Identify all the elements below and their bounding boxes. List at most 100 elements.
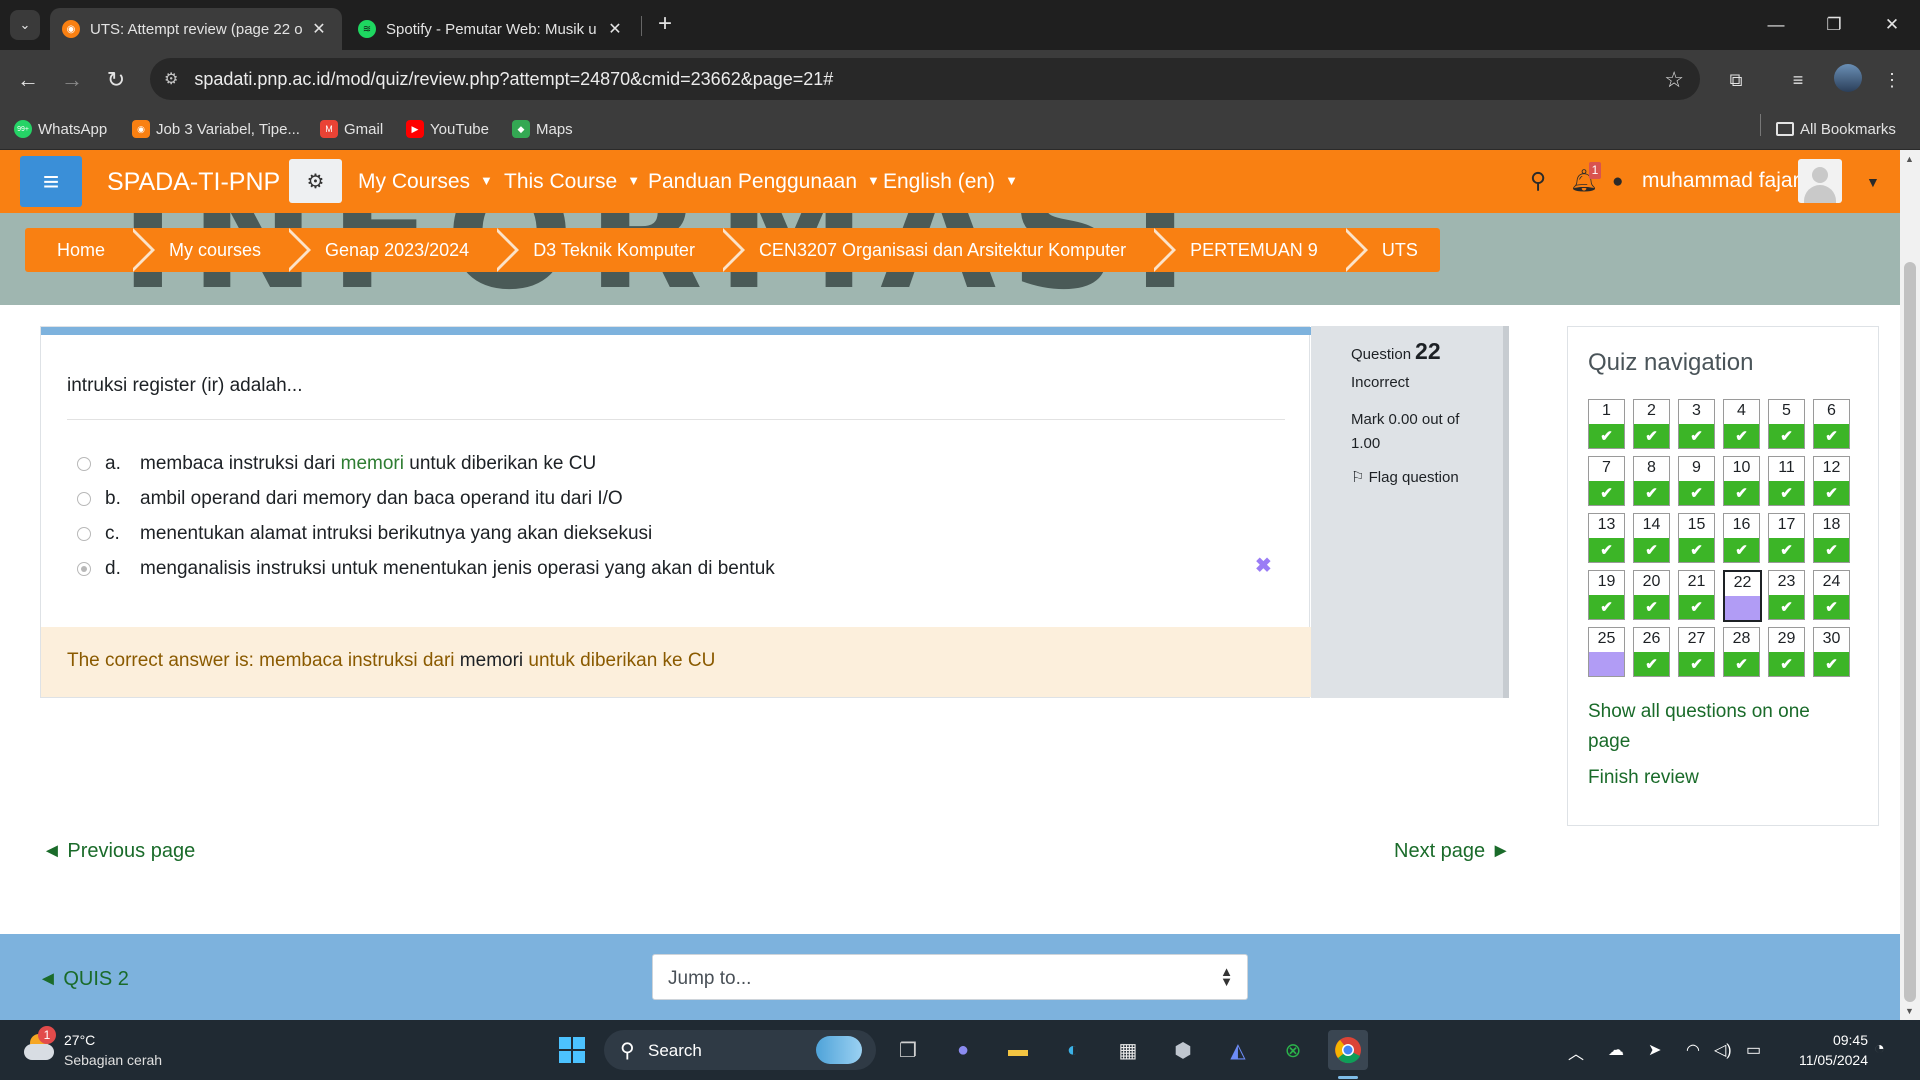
breadcrumb-home[interactable]: Home (25, 228, 156, 272)
messages-bubble-icon[interactable]: ● (1612, 171, 1623, 193)
breadcrumb-semester[interactable]: Genap 2023/2024 (285, 228, 520, 272)
app-hexagon-icon[interactable]: ⬢ (1163, 1030, 1203, 1070)
quiz-nav-button[interactable]: 4 ✔ (1723, 399, 1760, 449)
quiz-nav-button[interactable]: 28 ✔ (1723, 627, 1760, 677)
glossary-link[interactable]: memori (341, 453, 404, 474)
scroll-down-icon[interactable]: ▼ (1905, 1006, 1914, 1016)
quiz-nav-button[interactable]: 15 ✔ (1678, 513, 1715, 563)
quiz-nav-button[interactable]: 23 ✔ (1768, 570, 1805, 620)
battery-icon[interactable]: ▭ (1746, 1040, 1761, 1060)
extensions-puzzle-icon[interactable]: ⧉ (1720, 64, 1752, 96)
chrome-menu-icon[interactable]: ⋮ (1876, 64, 1908, 96)
quiz-nav-button[interactable]: 7 ✔ (1588, 456, 1625, 506)
bookmark-star-icon[interactable]: ☆ (1664, 67, 1684, 93)
user-menu-caret-icon[interactable]: ▼ (1866, 174, 1880, 190)
flag-question[interactable]: ⚐ Flag question (1351, 468, 1459, 486)
quiz-nav-button[interactable]: 5 ✔ (1768, 399, 1805, 449)
previous-activity-link[interactable]: ◄ QUIS 2 (38, 968, 129, 991)
quiz-nav-button[interactable]: 27 ✔ (1678, 627, 1715, 677)
site-brand[interactable]: SPADA-TI-PNP (107, 168, 280, 197)
quiz-nav-button[interactable]: 17 ✔ (1768, 513, 1805, 563)
all-bookmarks[interactable]: All Bookmarks (1776, 119, 1896, 139)
page-scrollbar[interactable]: ▲ ▼ (1900, 150, 1920, 1020)
quiz-nav-button[interactable]: 12 ✔ (1813, 456, 1850, 506)
weather-condition[interactable]: Sebagian cerah (64, 1052, 162, 1068)
quiz-nav-button[interactable]: 8 ✔ (1633, 456, 1670, 506)
volume-icon[interactable]: ◁) (1714, 1040, 1732, 1060)
bookmark-whatsapp[interactable]: 99+ WhatsApp (14, 119, 107, 139)
quiz-nav-button[interactable]: 30 ✔ (1813, 627, 1850, 677)
bookmark-gmail[interactable]: M Gmail (320, 119, 383, 139)
close-tab-icon[interactable]: ✕ (308, 19, 330, 39)
tab-search-chevron-icon[interactable]: ⌄ (10, 10, 40, 40)
next-page-link[interactable]: Next page ► (1394, 840, 1511, 863)
microsoft-store-icon[interactable]: ▦ (1108, 1030, 1148, 1070)
answer-radio[interactable] (77, 457, 91, 471)
app-a-icon[interactable]: ◭ (1218, 1030, 1258, 1070)
reload-icon[interactable]: ↻ (100, 64, 132, 96)
answer-option-d[interactable]: d. menganalisis instruksi untuk menentuk… (77, 554, 775, 584)
edge-browser-icon[interactable]: ◐ (1053, 1030, 1093, 1070)
quiz-nav-button[interactable]: 26 ✔ (1633, 627, 1670, 677)
quiz-nav-button[interactable]: 9 ✔ (1678, 456, 1715, 506)
forward-arrow-icon[interactable]: → (56, 64, 88, 96)
onedrive-icon[interactable]: ☁ (1608, 1040, 1624, 1060)
user-name[interactable]: muhammad fajar (1642, 169, 1800, 193)
menu-language[interactable]: English (en) ▼ (883, 170, 1018, 194)
answer-radio[interactable] (77, 527, 91, 541)
glossary-link[interactable]: memori (460, 650, 523, 671)
close-tab-icon[interactable]: ✕ (604, 19, 626, 39)
user-avatar[interactable] (1798, 159, 1842, 203)
menu-this-course[interactable]: This Course ▼ (504, 170, 640, 194)
breadcrumb-section[interactable]: PERTEMUAN 9 (1150, 228, 1368, 272)
system-clock[interactable]: 09:45 11/05/2024 (1788, 1030, 1868, 1070)
tab-quiz-review[interactable]: ◉ UTS: Attempt review (page 22 o ✕ (50, 8, 342, 50)
quiz-nav-button[interactable]: 20 ✔ (1633, 570, 1670, 620)
answer-option-b[interactable]: b. ambil operand dari memory dan baca op… (77, 484, 623, 514)
quiz-nav-button[interactable]: 13 ✔ (1588, 513, 1625, 563)
show-all-questions-link[interactable]: Show all questions on one page (1588, 697, 1848, 757)
weather-temperature[interactable]: 27°C (64, 1032, 95, 1048)
restore-icon[interactable]: ❐ (1806, 0, 1862, 50)
tab-spotify[interactable]: ≋ Spotify - Pemutar Web: Musik u ✕ (346, 8, 638, 50)
bookmark-youtube[interactable]: ▶ YouTube (406, 119, 489, 139)
jump-to-select[interactable]: Jump to... ▲ ▼ (652, 954, 1248, 1000)
menu-panduan[interactable]: Panduan Penggunaan ▼ (648, 170, 880, 194)
previous-page-link[interactable]: ◄ Previous page (42, 840, 195, 863)
minimize-icon[interactable]: — (1748, 0, 1804, 50)
xbox-icon[interactable]: ⊗ (1273, 1030, 1313, 1070)
menu-my-courses[interactable]: My Courses ▼ (358, 170, 493, 194)
windows-start-icon[interactable] (552, 1030, 592, 1070)
new-tab-plus-icon[interactable]: + (650, 10, 680, 40)
quiz-nav-button[interactable]: 22 (1723, 570, 1762, 622)
breadcrumb-program[interactable]: D3 Teknik Komputer (493, 228, 745, 272)
quiz-nav-button[interactable]: 10 ✔ (1723, 456, 1760, 506)
notification-center-icon[interactable]: ◔ (1874, 1038, 1885, 1059)
quiz-nav-button[interactable]: 1 ✔ (1588, 399, 1625, 449)
chrome-taskbar-icon[interactable] (1328, 1030, 1368, 1070)
tray-overflow-chevron-icon[interactable]: ︿ (1568, 1040, 1584, 1064)
close-window-icon[interactable]: ✕ (1864, 0, 1920, 50)
quiz-nav-button[interactable]: 11 ✔ (1768, 456, 1805, 506)
file-explorer-icon[interactable]: ▬ (998, 1030, 1038, 1070)
answer-radio[interactable] (77, 492, 91, 506)
meet-video-icon[interactable]: ● (943, 1030, 983, 1070)
site-info-icon[interactable]: ⚙ (164, 69, 178, 89)
quiz-nav-button[interactable]: 29 ✔ (1768, 627, 1805, 677)
quiz-nav-button[interactable]: 6 ✔ (1813, 399, 1850, 449)
scroll-up-icon[interactable]: ▲ (1905, 154, 1914, 164)
address-bar[interactable]: ⚙ spadati.pnp.ac.id/mod/quiz/review.php?… (150, 58, 1700, 100)
finish-review-link[interactable]: Finish review (1588, 763, 1699, 793)
quiz-nav-button[interactable]: 25 (1588, 627, 1625, 677)
quiz-nav-button[interactable]: 2 ✔ (1633, 399, 1670, 449)
media-queue-icon[interactable]: ≡ (1782, 64, 1814, 96)
wifi-icon[interactable]: ◠ (1686, 1040, 1700, 1060)
quiz-nav-button[interactable]: 16 ✔ (1723, 513, 1760, 563)
taskbar-search[interactable]: ⚲ Search (604, 1030, 876, 1070)
quiz-nav-button[interactable]: 3 ✔ (1678, 399, 1715, 449)
chrome-profile-avatar[interactable] (1834, 64, 1862, 92)
breadcrumb-course[interactable]: CEN3207 Organisasi dan Arsitektur Komput… (718, 228, 1177, 272)
quiz-nav-button[interactable]: 24 ✔ (1813, 570, 1850, 620)
quiz-nav-button[interactable]: 18 ✔ (1813, 513, 1850, 563)
bookmark-maps[interactable]: ◆ Maps (512, 119, 573, 139)
